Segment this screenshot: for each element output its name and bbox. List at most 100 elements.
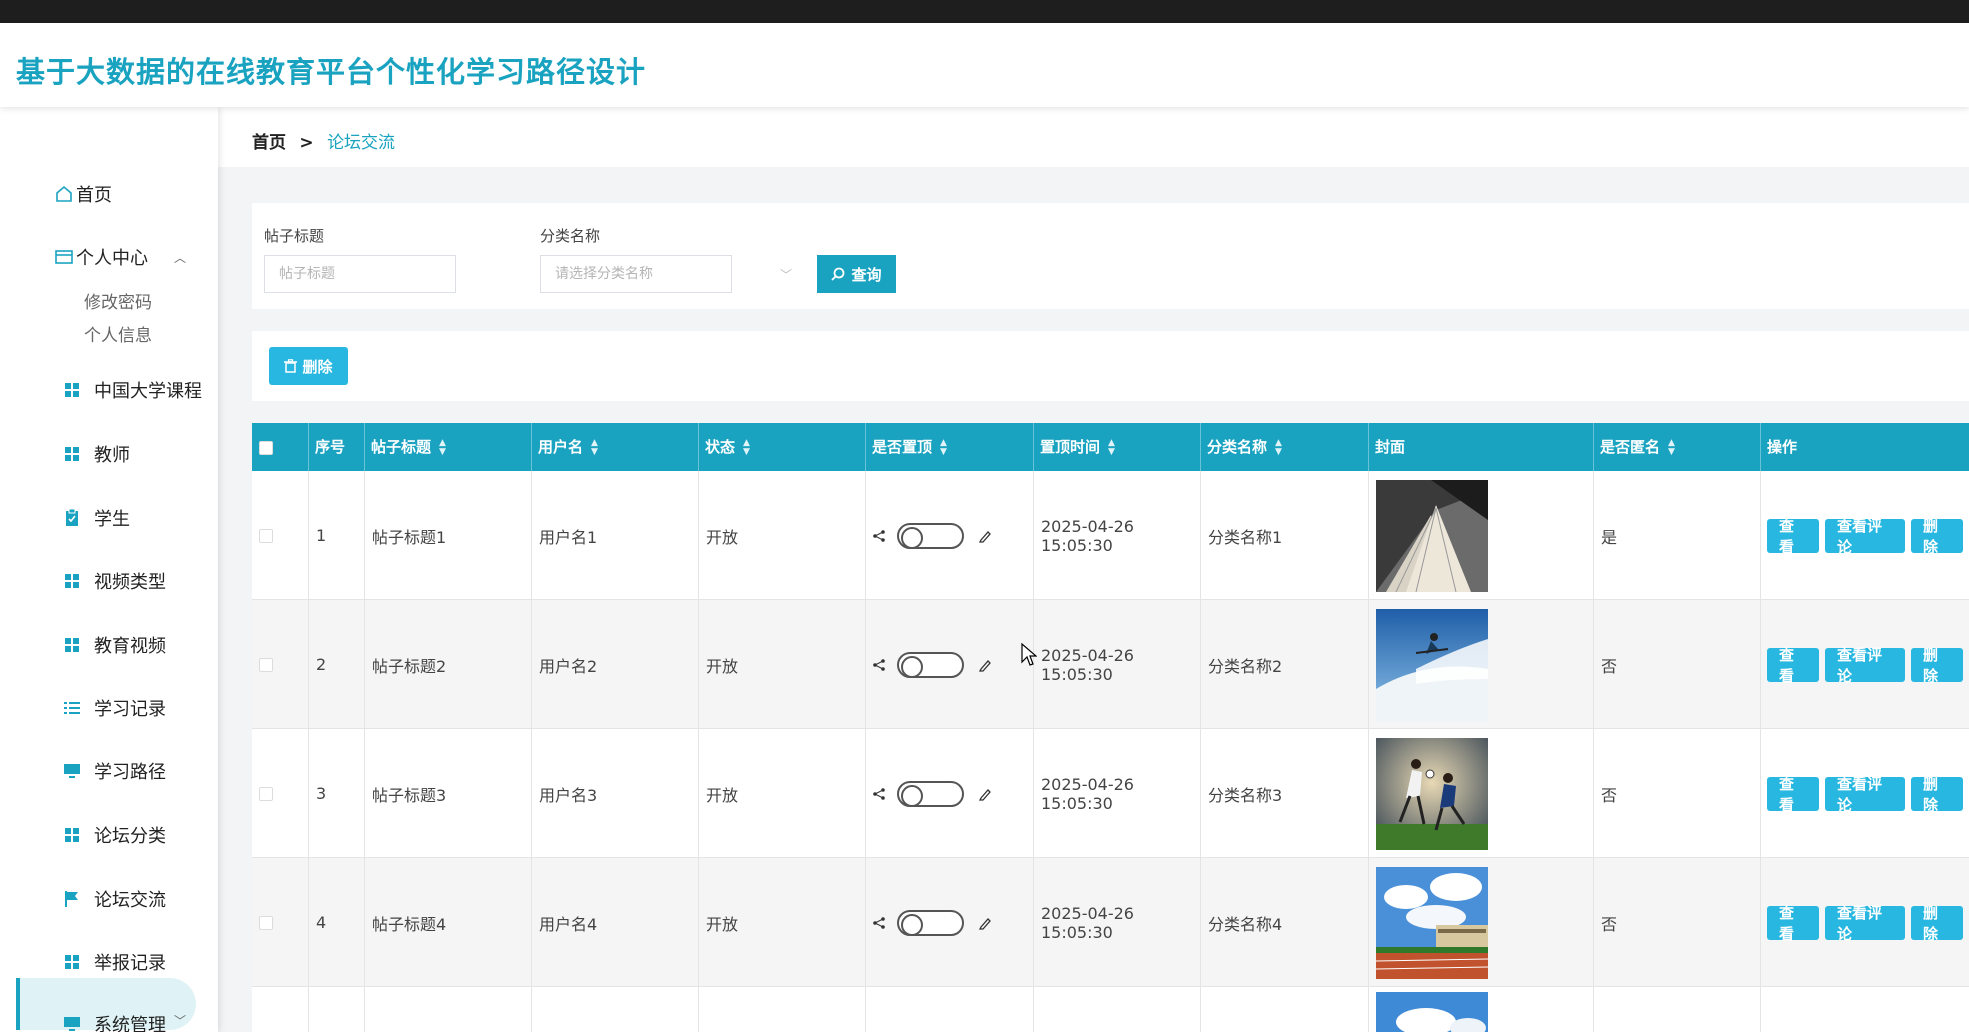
pinned-cell	[866, 858, 1034, 987]
row-select-cell	[252, 729, 309, 858]
edit-icon[interactable]	[978, 529, 992, 543]
sidebar-item-home[interactable]: 首页	[0, 171, 218, 217]
row-checkbox[interactable]	[259, 528, 273, 543]
share-icon[interactable]	[873, 658, 885, 671]
category-label: 分类名称	[540, 227, 601, 245]
title-cell: 帖子标题2	[365, 600, 532, 729]
title-cell	[365, 987, 532, 1032]
status-cell: 开放	[699, 471, 866, 600]
view-comments-button[interactable]: 查看评论	[1825, 517, 1905, 556]
share-icon[interactable]	[873, 916, 885, 929]
index-cell: 2	[309, 600, 365, 729]
view-comments-button[interactable]: 查看评论	[1825, 904, 1905, 943]
sidebar-item-video-types[interactable]: 视频类型	[0, 558, 218, 604]
sidebar-item-students[interactable]: 学生	[0, 495, 218, 541]
sidebar-item-label: 教师	[94, 445, 130, 466]
pinned-cell	[866, 987, 1034, 1032]
batch-delete-label: 删除	[302, 357, 333, 376]
pin-toggle[interactable]	[897, 909, 964, 936]
sort-icon[interactable]: ▲ ▼	[1108, 438, 1115, 457]
query-button[interactable]: 查询	[817, 255, 896, 293]
delete-button[interactable]: 删除	[1911, 517, 1963, 556]
sort-icon[interactable]: ▲ ▼	[1668, 438, 1675, 457]
chevron-down-icon[interactable]: ﹀	[174, 1012, 186, 1029]
view-comments-button[interactable]: 查看评论	[1825, 646, 1905, 685]
col-status[interactable]: 状态 ▲ ▼	[699, 423, 866, 471]
col-pinned[interactable]: 是否置顶 ▲ ▼	[866, 423, 1034, 471]
breadcrumb-home[interactable]: 首页	[252, 133, 286, 153]
sidebar-item-study-paths[interactable]: 学习路径	[0, 748, 218, 794]
col-anonymous[interactable]: 是否匿名 ▲ ▼	[1594, 423, 1761, 471]
home-icon	[54, 184, 74, 204]
category-select[interactable]: 请选择分类名称	[540, 255, 732, 293]
category-cell: 分类名称2	[1201, 600, 1369, 729]
sky-cover-image[interactable]	[1376, 992, 1488, 1032]
trash-icon	[284, 359, 298, 373]
edit-icon[interactable]	[978, 916, 992, 930]
col-username[interactable]: 用户名 ▲ ▼	[532, 423, 699, 471]
app-header: 基于大数据的在线教育平台个性化学习路径设计	[0, 23, 1969, 107]
col-title[interactable]: 帖子标题 ▲ ▼	[365, 423, 532, 471]
sidebar-item-reports[interactable]: 举报记录	[0, 939, 218, 985]
breadcrumb-current: 论坛交流	[327, 133, 396, 153]
sidebar-item-teachers[interactable]: 教师	[0, 431, 218, 477]
sidebar-item-edu-videos[interactable]: 教育视频	[0, 622, 218, 668]
sort-icon[interactable]: ▲ ▼	[940, 438, 947, 457]
actions-cell: 查看 查看评论 删除	[1761, 858, 1969, 987]
row-checkbox[interactable]	[259, 786, 273, 801]
sort-icon[interactable]: ▲ ▼	[591, 438, 598, 457]
stadium-cover-image[interactable]	[1376, 866, 1488, 979]
anonymous-cell: 否	[1594, 600, 1761, 729]
table-row: 2 帖子标题2 用户名2 开放 2025-04-26 15:05:30 分类名称…	[252, 600, 1969, 729]
post-title-input[interactable]: 帖子标题	[264, 255, 456, 293]
sort-icon[interactable]: ▲ ▼	[439, 438, 446, 457]
view-comments-button[interactable]: 查看评论	[1825, 775, 1905, 814]
sidebar-item-forum[interactable]: 论坛交流	[0, 876, 218, 922]
view-button[interactable]: 查看	[1767, 646, 1819, 685]
delete-button[interactable]: 删除	[1911, 646, 1963, 685]
index-cell: 3	[309, 729, 365, 858]
category-cell: 分类名称4	[1201, 858, 1369, 987]
sidebar-item-label: 论坛交流	[94, 890, 166, 911]
search-panel: 帖子标题 帖子标题 分类名称 请选择分类名称 ﹀ 查询	[252, 203, 1969, 309]
share-icon[interactable]	[873, 529, 885, 542]
sort-icon[interactable]: ▲ ▼	[743, 438, 750, 457]
row-checkbox[interactable]	[259, 915, 273, 930]
share-icon[interactable]	[873, 787, 885, 800]
pin-toggle[interactable]	[897, 522, 964, 549]
chevron-down-icon[interactable]: ﹀	[780, 266, 792, 283]
batch-delete-button[interactable]: 删除	[269, 347, 348, 385]
view-button[interactable]: 查看	[1767, 517, 1819, 556]
row-checkbox[interactable]	[259, 657, 273, 672]
edit-icon[interactable]	[978, 658, 992, 672]
delete-button[interactable]: 删除	[1911, 904, 1963, 943]
skier-cover-image[interactable]	[1376, 608, 1488, 721]
book-cover-image[interactable]	[1376, 479, 1488, 592]
view-button[interactable]: 查看	[1767, 775, 1819, 814]
row-select-cell	[252, 987, 309, 1032]
list-icon	[62, 698, 82, 718]
edit-icon[interactable]	[978, 787, 992, 801]
sidebar-item-personal-info[interactable]: 个人信息	[84, 321, 152, 346]
sidebar-item-study-records[interactable]: 学习记录	[0, 685, 218, 731]
col-pin-time-label: 置顶时间	[1040, 438, 1101, 456]
col-category[interactable]: 分类名称 ▲ ▼	[1201, 423, 1369, 471]
table-row: 3 帖子标题3 用户名3 开放 2025-04-26 15:05:30 分类名称…	[252, 729, 1969, 858]
soccer-cover-image[interactable]	[1376, 737, 1488, 850]
select-all-checkbox[interactable]	[259, 440, 273, 455]
status-cell: 开放	[699, 729, 866, 858]
delete-button[interactable]: 删除	[1911, 775, 1963, 814]
pin-toggle[interactable]	[897, 651, 964, 678]
col-category-label: 分类名称	[1207, 438, 1268, 456]
sort-icon[interactable]: ▲ ▼	[1275, 438, 1282, 457]
sidebar-item-forum-categories[interactable]: 论坛分类	[0, 812, 218, 858]
sidebar-item-courses[interactable]: 中国大学课程	[0, 367, 218, 413]
col-username-label: 用户名	[538, 438, 584, 456]
chevron-up-icon[interactable]: ︿	[174, 249, 186, 266]
col-index-label: 序号	[315, 438, 346, 456]
pin-toggle[interactable]	[897, 780, 964, 807]
sidebar-item-change-password[interactable]: 修改密码	[84, 288, 152, 313]
grid-icon	[62, 380, 82, 400]
col-pin-time[interactable]: 置顶时间 ▲ ▼	[1034, 423, 1201, 471]
view-button[interactable]: 查看	[1767, 904, 1819, 943]
